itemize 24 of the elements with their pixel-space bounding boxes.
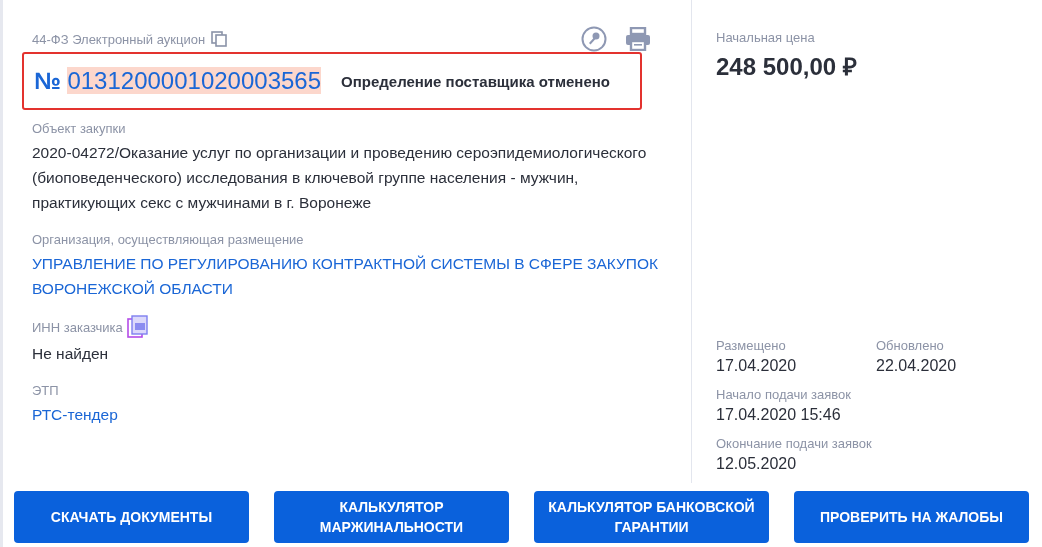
- date-value: 17.04.2020: [716, 357, 798, 375]
- date-value: 12.05.2020: [716, 455, 798, 473]
- field-link[interactable]: УПРАВЛЕНИЕ ПО РЕГУЛИРОВАНИЮ КОНТРАКТНОЙ СИСТЕМЫ В СФЕРЕ ЗАКУПОК ВОРОНЕЖСКОЙ ОБЛАСТИ: [32, 251, 672, 301]
- date-value: 22.04.2020: [876, 357, 958, 375]
- field-label: ИНН заказчика: [32, 319, 123, 335]
- field-value: 2020-04272/Оказание услуг по организации и проведению сероэпидемиологического (биоповеденческого) исследования в ключевой группе населения - мужчин, практикующих секс с мужчинами в г. Воронеже: [32, 143, 648, 213]
- procurement-type: 44-ФЗ Электронный аукцион: [32, 31, 206, 47]
- price-value: 248 500,00 ₽: [716, 52, 858, 82]
- field-link[interactable]: РТС-тендер: [32, 402, 672, 427]
- date-value: 17.04.2020 15:46: [716, 406, 842, 424]
- field-label: ЭТП: [32, 382, 59, 398]
- action-button[interactable]: СКАЧАТЬ ДОКУМЕНТЫ: [14, 491, 249, 543]
- date-label: Начало подачи заявок: [716, 387, 852, 402]
- field-label: Организация, осуществляющая размещение: [32, 231, 304, 247]
- action-button[interactable]: КАЛЬКУЛЯТОР МАРЖИНАЛЬНОСТИ: [274, 491, 509, 543]
- field-value: Не найден: [32, 344, 110, 364]
- action-button[interactable]: ПРОВЕРИТЬ НА ЖАЛОБЫ: [794, 491, 1029, 543]
- status-text: Определение поставщика отменено: [341, 72, 610, 90]
- date-label: Размещено: [716, 338, 787, 353]
- price-label: Начальная цена: [716, 30, 816, 45]
- date-label: Обновлено: [876, 338, 945, 353]
- action-button[interactable]: КАЛЬКУЛЯТОР БАНКОВСКОЙ ГАРАНТИИ: [534, 491, 769, 543]
- date-label: Окончание подачи заявок: [716, 436, 873, 451]
- field-label: Объект закупки: [32, 120, 126, 136]
